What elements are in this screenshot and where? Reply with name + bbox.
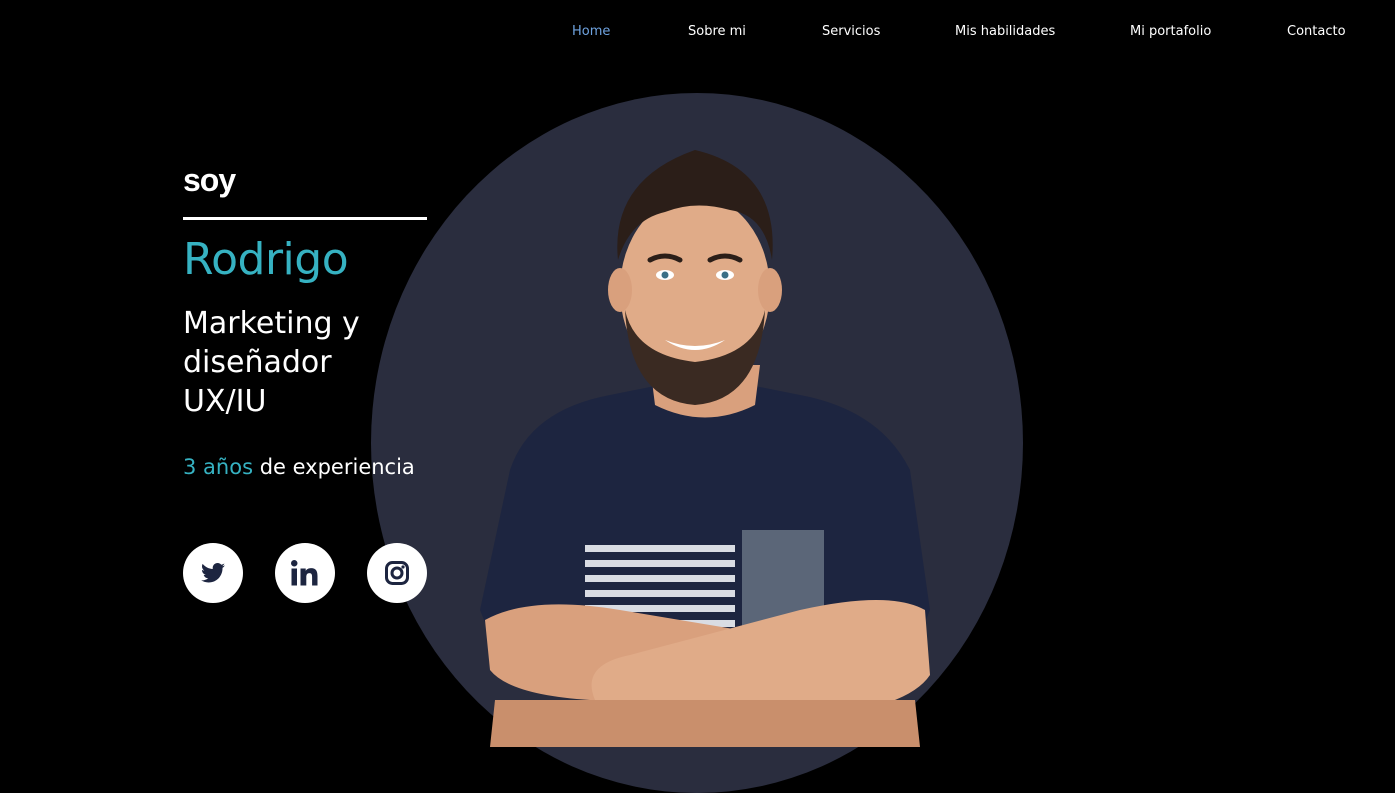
linkedin-icon	[291, 560, 318, 586]
twitter-button[interactable]	[183, 543, 243, 603]
intro-block: soy Rodrigo Marketing y diseñador UX/IU …	[183, 160, 433, 482]
twitter-icon	[201, 563, 225, 583]
nav-home[interactable]: Home	[572, 22, 610, 42]
instagram-button[interactable]	[367, 543, 427, 603]
hero-role: Marketing y diseñador UX/IU	[183, 306, 360, 419]
nav-sobre-mi[interactable]: Sobre mi	[688, 22, 746, 42]
experience-text: 3 años de experiencia	[183, 453, 433, 482]
nav-servicios[interactable]: Servicios	[822, 22, 880, 42]
profile-photo	[480, 150, 930, 747]
main-nav: Home Sobre mi Servicios Mis habilidades …	[0, 22, 1395, 42]
greeting-text: soy	[183, 162, 236, 198]
intro-divider	[183, 217, 427, 220]
experience-label: de experiencia	[253, 455, 415, 479]
instagram-icon	[385, 561, 409, 585]
nav-contacto[interactable]: Contacto	[1287, 22, 1346, 42]
linkedin-button[interactable]	[275, 543, 335, 603]
nav-mis-habilidades[interactable]: Mis habilidades	[955, 22, 1055, 42]
experience-years: 3 años	[183, 455, 254, 479]
hero-name: Rodrigo	[183, 234, 349, 285]
nav-mi-portafolio[interactable]: Mi portafolio	[1130, 22, 1211, 42]
